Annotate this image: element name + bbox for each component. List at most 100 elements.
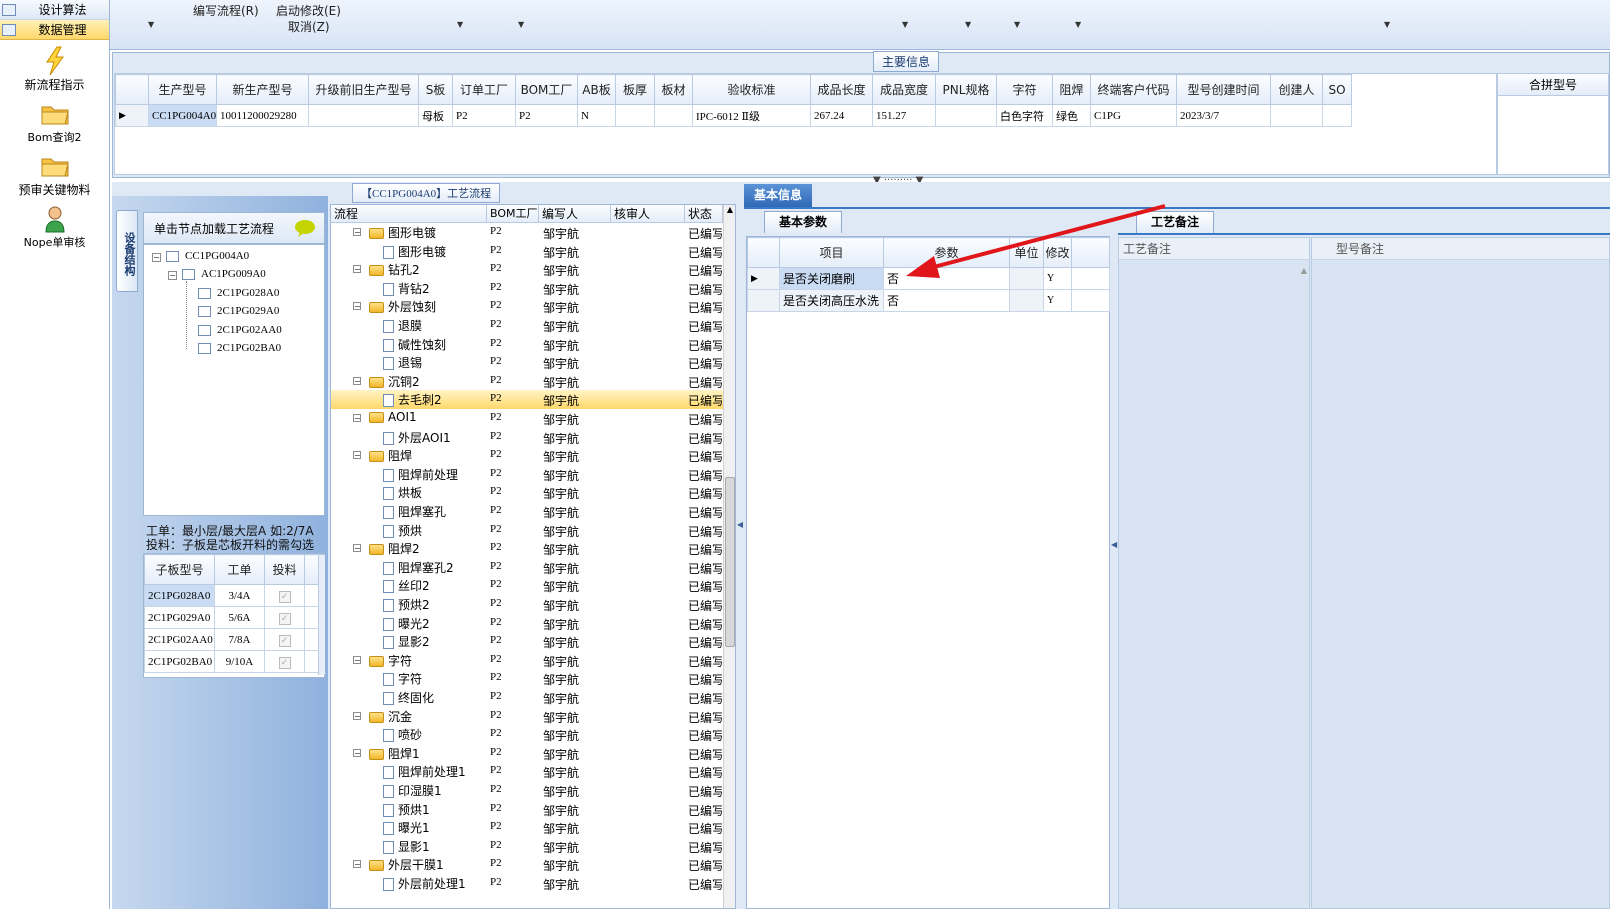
table-cell[interactable] bbox=[935, 104, 997, 127]
flow-tree-row[interactable]: 显影2 P2 邹宇航 已编写 bbox=[331, 632, 723, 651]
dropdown-arrow-icon[interactable]: ▼ bbox=[1384, 20, 1390, 29]
flow-tree-row[interactable]: 丝印2 P2 邹宇航 已编写 bbox=[331, 576, 723, 595]
dropdown-arrow-icon[interactable]: ▼ bbox=[965, 20, 971, 29]
flow-tree-row[interactable]: 曝光2 P2 邹宇航 已编写 bbox=[331, 614, 723, 633]
column-header[interactable]: 新生产型号 bbox=[216, 74, 309, 105]
collapse-icon[interactable]: − bbox=[353, 655, 361, 664]
column-header[interactable]: 验收标准 bbox=[692, 74, 811, 105]
tree-node[interactable]: 2C1PG028A0 bbox=[198, 287, 279, 299]
table-row[interactable]: 2C1PG02AA0 7/8A ✓ bbox=[144, 628, 324, 651]
dropdown-arrow-icon[interactable]: ▼ bbox=[518, 20, 524, 29]
tab-basic-info[interactable]: 基本信息 bbox=[744, 184, 812, 207]
table-cell[interactable]: P2 bbox=[452, 104, 516, 127]
flow-tree-row[interactable]: − AOI1 P2 邹宇航 已编写 bbox=[331, 409, 723, 428]
dropdown-arrow-icon[interactable]: ▼ bbox=[148, 20, 154, 29]
collapse-icon[interactable]: − bbox=[353, 748, 361, 757]
tree-node[interactable]: AC1PG009A0 bbox=[182, 268, 266, 280]
sub-grid-scrollbar[interactable] bbox=[318, 555, 325, 675]
flow-tree-row[interactable]: 喷砂 P2 邹宇航 已编写 bbox=[331, 725, 723, 744]
dropdown-arrow-icon[interactable]: ▼ bbox=[1075, 20, 1081, 29]
cancel-button[interactable]: 取消(Z) bbox=[288, 18, 330, 35]
column-header[interactable]: 成品宽度 bbox=[872, 74, 936, 105]
flow-tree-row[interactable]: − 钻孔2 P2 邹宇航 已编写 bbox=[331, 260, 723, 279]
column-header[interactable]: 投料 bbox=[264, 554, 305, 585]
column-header[interactable]: 升级前旧生产型号 bbox=[308, 74, 419, 105]
column-header[interactable]: 创建人 bbox=[1270, 74, 1323, 105]
table-cell[interactable] bbox=[308, 104, 419, 127]
column-header[interactable]: 核审人 bbox=[611, 205, 685, 223]
column-header[interactable]: 生产型号 bbox=[148, 74, 217, 105]
flow-tree-row[interactable]: 退锡 P2 邹宇航 已编写 bbox=[331, 353, 723, 372]
table-cell[interactable]: C1PG bbox=[1090, 104, 1177, 127]
table-cell[interactable] bbox=[1270, 104, 1323, 127]
flow-tree-row[interactable]: 烘板 P2 邹宇航 已编写 bbox=[331, 483, 723, 502]
collapse-icon[interactable]: − bbox=[353, 451, 361, 460]
flow-tree-row[interactable]: − 字符 P2 邹宇航 已编写 bbox=[331, 651, 723, 670]
flow-tree-row[interactable]: 退膜 P2 邹宇航 已编写 bbox=[331, 316, 723, 335]
nav-button-new-flow[interactable]: 新流程指示 bbox=[5, 46, 105, 93]
column-header[interactable]: 板材 bbox=[654, 74, 693, 105]
table-cell[interactable]: 151.27 bbox=[872, 104, 936, 127]
column-header[interactable]: PNL规格 bbox=[935, 74, 997, 105]
flow-tree-row[interactable]: 外层AOI1 P2 邹宇航 已编写 bbox=[331, 428, 723, 447]
flow-tree-row[interactable]: 终固化 P2 邹宇航 已编写 bbox=[331, 688, 723, 707]
flow-tree-row[interactable]: 背钻2 P2 邹宇航 已编写 bbox=[331, 279, 723, 298]
collapse-icon[interactable]: − bbox=[353, 265, 361, 274]
scroll-thumb[interactable] bbox=[725, 477, 735, 647]
param-value-input[interactable]: 否 bbox=[883, 289, 1010, 312]
collapse-icon[interactable]: − bbox=[168, 271, 177, 280]
flow-tree-row[interactable]: 外层前处理1 P2 邹宇航 已编写 bbox=[331, 874, 723, 893]
column-header[interactable]: BOM工厂 bbox=[487, 205, 539, 223]
table-cell[interactable]: P2 bbox=[515, 104, 578, 127]
flow-tree-row[interactable]: − 外层干膜1 P2 邹宇航 已编写 bbox=[331, 855, 723, 874]
nav-item-data-management[interactable]: 数据管理 bbox=[0, 20, 109, 40]
sub-order[interactable]: 3/4A bbox=[214, 584, 265, 607]
column-header[interactable]: SO bbox=[1322, 74, 1352, 105]
flow-tree-row[interactable]: 去毛刺2 P2 邹宇航 已编写 bbox=[331, 390, 723, 409]
flow-tree-row[interactable]: 预烘2 P2 邹宇航 已编写 bbox=[331, 595, 723, 614]
feed-checkbox[interactable]: ✓ bbox=[264, 628, 305, 651]
column-header[interactable]: 状态 bbox=[685, 205, 723, 223]
flow-tree-row[interactable]: 曝光1 P2 邹宇航 已编写 bbox=[331, 818, 723, 837]
column-header[interactable]: 编写人 bbox=[539, 205, 611, 223]
process-note-field[interactable]: 工艺备注 ▲ bbox=[1118, 237, 1310, 909]
column-header[interactable]: 终端客户代码 bbox=[1090, 74, 1177, 105]
collapse-icon[interactable]: − bbox=[353, 414, 361, 423]
flow-tree-row[interactable]: − 阻焊2 P2 邹宇航 已编写 bbox=[331, 539, 723, 558]
column-header[interactable]: 子板型号 bbox=[144, 554, 215, 585]
flow-tree-row[interactable]: − 阻焊1 P2 邹宇航 已编写 bbox=[331, 744, 723, 763]
nav-item-design-algorithm[interactable]: 设计算法 bbox=[0, 0, 109, 20]
flow-tree-row[interactable]: 显影1 P2 邹宇航 已编写 bbox=[331, 837, 723, 856]
column-header[interactable]: 订单工厂 bbox=[452, 74, 516, 105]
tree-node[interactable]: CC1PG004A0 bbox=[166, 250, 249, 262]
flow-tree-row[interactable]: 碱性蚀刻 P2 邹宇航 已编写 bbox=[331, 335, 723, 354]
table-row[interactable]: ▶ CC1PG004A0 10011200029280 母板 P2 P2 N IPC-601… bbox=[115, 104, 1352, 127]
sub-order[interactable]: 5/6A bbox=[214, 606, 265, 629]
splitter-left-arrow-icon[interactable]: ◀ bbox=[1111, 540, 1117, 549]
feed-checkbox[interactable]: ✓ bbox=[264, 584, 305, 607]
collapse-icon[interactable]: − bbox=[353, 228, 361, 237]
tab-basic-params[interactable]: 基本参数 bbox=[764, 211, 842, 233]
table-cell[interactable]: IPC-6012 Ⅱ级 bbox=[692, 104, 811, 127]
flow-tree-row[interactable]: 印湿膜1 P2 邹宇航 已编写 bbox=[331, 781, 723, 800]
table-cell[interactable] bbox=[654, 104, 693, 127]
flow-tree-row[interactable]: 图形电镀 P2 邹宇航 已编写 bbox=[331, 242, 723, 261]
table-cell[interactable]: 母板 bbox=[418, 104, 453, 127]
tree-node[interactable]: 2C1PG02AA0 bbox=[198, 324, 282, 336]
flow-tree-row[interactable]: − 沉金 P2 邹宇航 已编写 bbox=[331, 707, 723, 726]
feed-checkbox[interactable]: ✓ bbox=[264, 606, 305, 629]
collapse-icon[interactable]: − bbox=[353, 711, 361, 720]
collapse-icon[interactable]: − bbox=[353, 376, 361, 385]
tree-node[interactable]: 2C1PG02BA0 bbox=[198, 342, 281, 354]
tree-node[interactable]: 2C1PG029A0 bbox=[198, 305, 279, 317]
flow-scrollbar[interactable]: ▲ bbox=[723, 205, 735, 908]
collapse-icon[interactable]: − bbox=[152, 253, 161, 262]
dropdown-arrow-icon[interactable]: ▼ bbox=[457, 20, 463, 29]
flow-tree-row[interactable]: 阻焊前处理 P2 邹宇航 已编写 bbox=[331, 465, 723, 484]
column-header[interactable]: AB板 bbox=[577, 74, 616, 105]
column-header[interactable]: S板 bbox=[418, 74, 453, 105]
table-row[interactable]: 2C1PG029A0 5/6A ✓ bbox=[144, 606, 324, 629]
collapse-icon[interactable]: − bbox=[353, 302, 361, 311]
flow-tree-row[interactable]: 阻焊前处理1 P2 邹宇航 已编写 bbox=[331, 762, 723, 781]
model-note-field[interactable]: 型号备注 bbox=[1311, 237, 1610, 909]
